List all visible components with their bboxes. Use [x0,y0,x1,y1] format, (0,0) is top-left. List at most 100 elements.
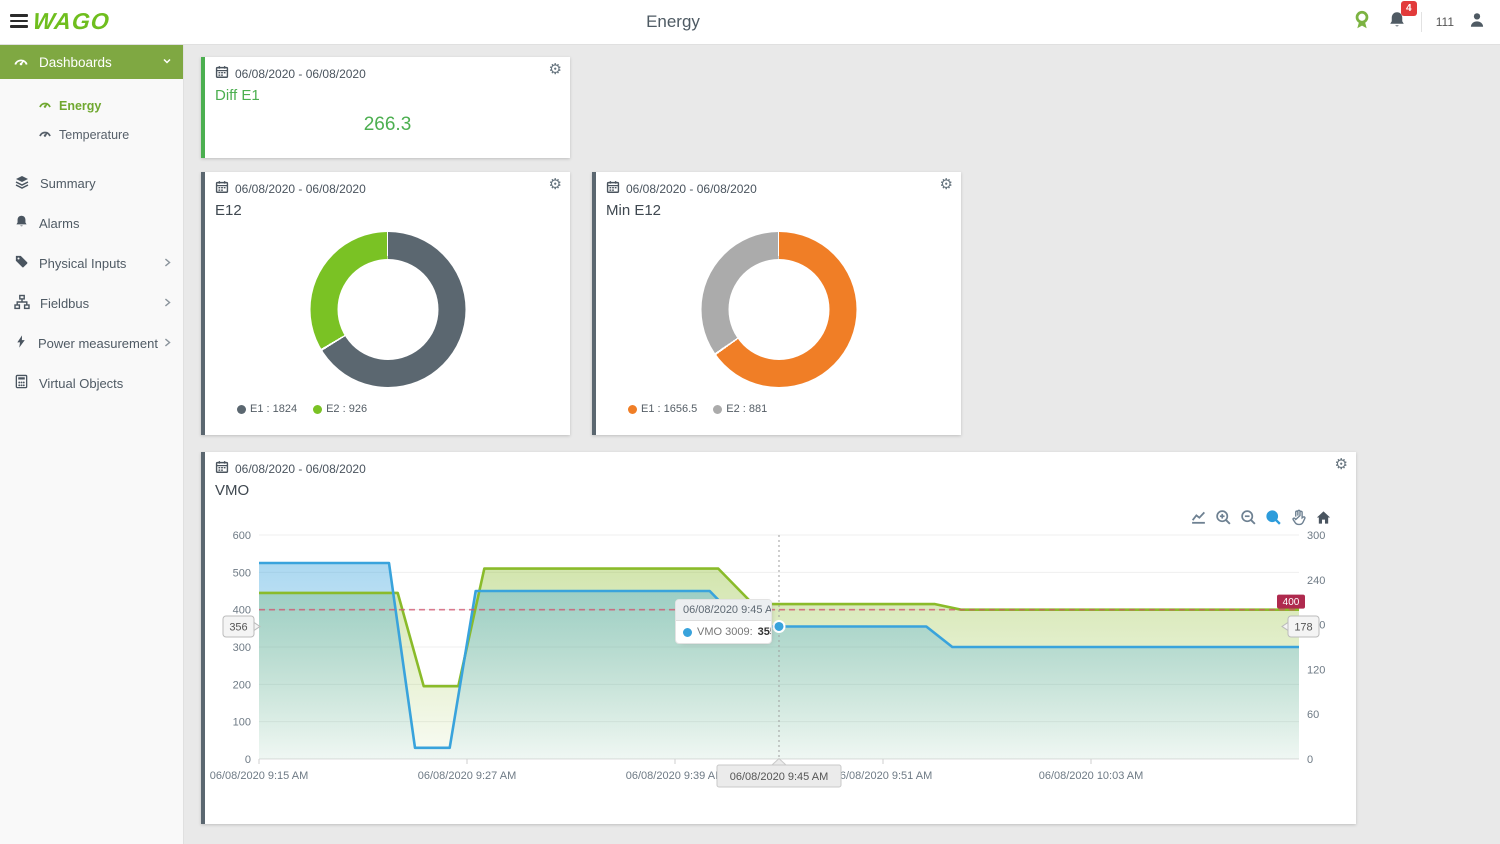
date-range: 06/08/2020 - 06/08/2020 [606,180,931,197]
sidebar-item-fieldbus[interactable]: Fieldbus [0,283,183,323]
layers-icon [14,174,30,193]
e12-legend: E1 : 1824 E2 : 926 [237,403,367,415]
vmo-chart-area[interactable]: 400010020030040050060006012018024030006/… [205,527,1360,797]
legend-item[interactable]: E2 : 881 [713,403,767,415]
line-chart-icon[interactable] [1190,509,1207,526]
widget-title: VMO [215,482,249,499]
min-e12-donut-chart[interactable] [701,232,856,387]
tag-icon [14,254,29,272]
widget-vmo: 06/08/2020 - 06/08/2020 ⚙ VMO 400 0 100 200… [201,452,1356,824]
legend-item[interactable]: E1 : 1656.5 [628,403,697,415]
y-axis-left-label: 300 [233,642,251,654]
sidebar-item-power-measurement[interactable]: Power measurement [0,323,183,363]
zoom-in-icon[interactable] [1215,509,1232,526]
y-axis-left-label: 100 [233,717,251,729]
x-axis-label: 06/08/2020 9:39 AM [626,770,724,782]
widget-title: Diff E1 [215,87,260,104]
widget-settings-gear-icon[interactable]: ⚙ [549,62,562,77]
x-axis-label: 06/08/2020 9:27 AM [418,770,516,782]
x-axis-label: 06/08/2020 9:51 AM [834,770,932,782]
sidebar-item-virtual-objects[interactable]: Virtual Objects [0,363,183,403]
y-tag-left-label: 356 [229,621,247,633]
topbar-divider [1421,12,1422,32]
sidebar-item-temperature[interactable]: Temperature [0,120,183,149]
legend-label: E2 : 881 [726,403,767,415]
legend-label: E2 : 926 [326,403,367,415]
page-title: Energy [646,12,700,32]
sidebar-item-summary[interactable]: Summary [0,163,183,203]
home-reset-icon[interactable] [1315,509,1332,526]
notification-count-badge: 4 [1401,1,1417,16]
dashboard-gauge-icon [13,53,29,72]
lightning-bolt-icon [14,334,28,352]
e12-donut-chart[interactable] [310,232,465,387]
series-dot [683,628,692,637]
calculator-icon [14,374,29,392]
legend-dot [713,405,722,414]
license-ribbon-icon[interactable] [1351,9,1373,36]
top-bar: WAGO Energy 4 111 [0,0,1500,45]
widget-settings-gear-icon[interactable]: ⚙ [549,177,562,192]
sidebar-item-energy[interactable]: Energy [0,91,183,120]
sidebar-item-dashboards[interactable]: Dashboards [0,45,183,79]
chart-toolbar [1190,509,1332,526]
widget-settings-gear-icon[interactable]: ⚙ [940,177,953,192]
selection-zoom-icon[interactable] [1265,509,1282,526]
pan-hand-icon[interactable] [1290,509,1307,526]
calendar-icon [215,460,229,477]
dashboards-submenu: Energy Temperature [0,79,183,155]
widget-title: Min E12 [606,202,661,219]
sidebar: Dashboards Energy Temperature Summary Al… [0,45,184,844]
calendar-icon [215,180,229,197]
donut-hole [337,259,438,360]
threshold-badge-label: 400 [1283,597,1300,608]
vmo-chart-svg[interactable]: 400010020030040050060006012018024030006/… [205,527,1360,797]
y-axis-left-label: 400 [233,605,251,617]
notifications-bell-icon[interactable]: 4 [1387,10,1407,35]
legend-item[interactable]: E2 : 926 [313,403,367,415]
y-axis-right-label: 240 [1307,575,1325,587]
diff-e1-value: 266.3 [205,114,570,136]
chevron-right-icon [162,296,173,311]
legend-label: E1 : 1824 [250,403,297,415]
legend-item[interactable]: E1 : 1824 [237,403,297,415]
chevron-right-icon [162,256,173,271]
dashboard-gauge-icon [38,126,52,143]
widget-title: E12 [215,202,242,219]
calendar-icon [215,65,229,82]
date-range: 06/08/2020 - 06/08/2020 [215,180,540,197]
legend-label: E1 : 1656.5 [641,403,697,415]
user-icon[interactable] [1468,11,1486,34]
date-range: 06/08/2020 - 06/08/2020 [215,65,540,82]
y-axis-left-label: 500 [233,567,251,579]
menu-icon[interactable] [10,14,30,30]
chart-tooltip: 06/08/2020 9:45 AM VMO 3009: 355 [675,599,772,644]
y-axis-left-label: 200 [233,679,251,691]
legend-dot [237,405,246,414]
widget-diff-e1: 06/08/2020 - 06/08/2020 ⚙ Diff E1 266.3 [201,57,570,158]
legend-dot [313,405,322,414]
date-range: 06/08/2020 - 06/08/2020 [215,460,1326,477]
sidebar-item-alarms[interactable]: Alarms [0,203,183,243]
widget-min-e12: 06/08/2020 - 06/08/2020 ⚙ Min E12 E1 : 1… [592,172,961,435]
y-axis-right-label: 0 [1307,754,1313,766]
tooltip-title: 06/08/2020 9:45 AM [676,600,771,621]
legend-dot [628,405,637,414]
tooltip-series-label: VMO 3009: [697,626,753,638]
wago-logo[interactable]: WAGO [32,8,112,35]
x-axis-label: 06/08/2020 9:15 AM [210,770,308,782]
y-axis-right-label: 120 [1307,664,1325,676]
widget-e12: 06/08/2020 - 06/08/2020 ⚙ E12 E1 : 1824E… [201,172,570,435]
x-axis-label: 06/08/2020 10:03 AM [1039,770,1144,782]
sidebar-item-physical-inputs[interactable]: Physical Inputs [0,243,183,283]
network-icon [14,294,30,313]
user-id-label: 111 [1436,15,1454,29]
y-axis-right-label: 60 [1307,709,1319,721]
widget-settings-gear-icon[interactable]: ⚙ [1335,457,1348,472]
min-e12-legend: E1 : 1656.5 E2 : 881 [628,403,767,415]
donut-hole [728,259,829,360]
bell-icon [14,214,29,232]
zoom-out-icon[interactable] [1240,509,1257,526]
chevron-right-icon [162,336,173,351]
dashboard-gauge-icon [38,97,52,114]
